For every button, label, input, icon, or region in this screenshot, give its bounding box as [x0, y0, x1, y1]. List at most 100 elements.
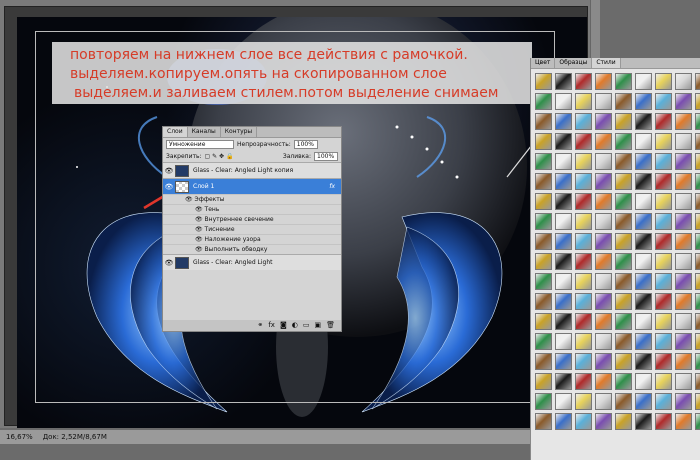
style-swatch[interactable]	[535, 173, 552, 190]
style-swatch[interactable]	[555, 413, 572, 430]
style-swatch[interactable]	[535, 333, 552, 350]
style-swatch[interactable]	[675, 293, 692, 310]
style-swatch[interactable]	[695, 73, 700, 90]
tab-swatches[interactable]: Образцы	[555, 58, 593, 68]
eye-icon[interactable]: 👁	[163, 167, 175, 175]
style-swatch[interactable]	[535, 393, 552, 410]
style-swatch[interactable]	[655, 213, 672, 230]
zoom-level[interactable]: 16,67%	[6, 430, 33, 444]
style-swatch[interactable]	[575, 353, 592, 370]
style-swatch[interactable]	[555, 393, 572, 410]
style-swatch[interactable]	[695, 313, 700, 330]
style-swatch[interactable]	[695, 353, 700, 370]
new-layer-icon[interactable]: ▣	[314, 320, 321, 331]
tab-color[interactable]: Цвет	[531, 58, 556, 68]
style-swatch[interactable]	[655, 353, 672, 370]
style-swatch[interactable]	[575, 133, 592, 150]
style-swatch[interactable]	[615, 293, 632, 310]
style-swatch[interactable]	[535, 113, 552, 130]
style-swatch[interactable]	[695, 133, 700, 150]
style-swatch[interactable]	[595, 353, 612, 370]
style-swatch[interactable]	[555, 153, 572, 170]
eye-icon[interactable]: 👁	[195, 246, 205, 253]
style-swatch[interactable]	[675, 173, 692, 190]
style-swatch[interactable]	[615, 413, 632, 430]
style-swatch[interactable]	[615, 373, 632, 390]
effect-item[interactable]: 👁 Внутреннее свечение	[163, 214, 341, 224]
style-swatch[interactable]	[555, 373, 572, 390]
style-swatch[interactable]	[535, 193, 552, 210]
style-swatch[interactable]	[655, 113, 672, 130]
style-swatch[interactable]	[535, 353, 552, 370]
style-swatch[interactable]	[575, 273, 592, 290]
style-swatch[interactable]	[615, 313, 632, 330]
style-swatch[interactable]	[675, 353, 692, 370]
style-swatch[interactable]	[675, 393, 692, 410]
tab-channels[interactable]: Каналы	[188, 127, 221, 137]
style-swatch[interactable]	[575, 93, 592, 110]
style-swatch[interactable]	[595, 233, 612, 250]
style-swatch[interactable]	[615, 233, 632, 250]
trash-icon[interactable]: 🗑	[326, 320, 335, 331]
style-swatch[interactable]	[655, 193, 672, 210]
fill-input[interactable]: 100%	[314, 151, 338, 161]
style-swatch[interactable]	[635, 193, 652, 210]
style-swatch[interactable]	[655, 233, 672, 250]
layer-row-selected[interactable]: 👁 Слой 1 fx	[163, 178, 341, 194]
style-swatch[interactable]	[635, 333, 652, 350]
style-swatch[interactable]	[575, 373, 592, 390]
effect-item[interactable]: 👁 Тень	[163, 204, 341, 214]
style-swatch[interactable]	[555, 353, 572, 370]
style-swatch[interactable]	[535, 233, 552, 250]
style-swatch[interactable]	[575, 153, 592, 170]
style-swatch[interactable]	[615, 213, 632, 230]
style-swatch[interactable]	[535, 313, 552, 330]
eye-icon[interactable]: 👁	[195, 216, 205, 223]
eye-icon[interactable]: 👁	[185, 196, 195, 203]
style-swatch[interactable]	[635, 253, 652, 270]
style-swatch[interactable]	[555, 293, 572, 310]
style-swatch[interactable]	[675, 153, 692, 170]
style-swatch[interactable]	[575, 73, 592, 90]
style-swatch[interactable]	[595, 273, 612, 290]
link-icon[interactable]: ⚭	[257, 320, 263, 331]
style-swatch[interactable]	[595, 413, 612, 430]
style-swatch[interactable]	[675, 193, 692, 210]
style-swatch[interactable]	[635, 393, 652, 410]
style-swatch[interactable]	[675, 73, 692, 90]
style-swatch[interactable]	[635, 93, 652, 110]
style-swatch[interactable]	[555, 333, 572, 350]
style-swatch[interactable]	[535, 93, 552, 110]
style-swatch[interactable]	[655, 133, 672, 150]
style-swatch[interactable]	[615, 193, 632, 210]
style-swatch[interactable]	[655, 373, 672, 390]
style-swatch[interactable]	[595, 373, 612, 390]
layer-row[interactable]: 👁 Glass - Clear: Angled Light	[163, 254, 341, 270]
style-swatch[interactable]	[695, 213, 700, 230]
style-swatch[interactable]	[595, 293, 612, 310]
style-swatch[interactable]	[595, 193, 612, 210]
style-swatch[interactable]	[655, 333, 672, 350]
style-swatch[interactable]	[695, 173, 700, 190]
style-swatch[interactable]	[535, 413, 552, 430]
fx-icon[interactable]: fx	[329, 183, 335, 190]
style-swatch[interactable]	[535, 133, 552, 150]
style-swatch[interactable]	[595, 113, 612, 130]
style-swatch[interactable]	[695, 113, 700, 130]
tab-styles[interactable]: Стили	[592, 58, 621, 68]
style-swatch[interactable]	[615, 113, 632, 130]
eye-icon[interactable]: 👁	[163, 259, 175, 267]
style-swatch[interactable]	[635, 293, 652, 310]
style-swatch[interactable]	[575, 413, 592, 430]
fx-menu-icon[interactable]: fx	[268, 320, 275, 331]
style-swatch[interactable]	[595, 253, 612, 270]
style-swatch[interactable]	[695, 273, 700, 290]
style-swatch[interactable]	[595, 313, 612, 330]
style-swatch[interactable]	[615, 273, 632, 290]
style-swatch[interactable]	[555, 273, 572, 290]
style-swatch[interactable]	[675, 213, 692, 230]
style-swatch[interactable]	[695, 233, 700, 250]
style-swatch[interactable]	[635, 413, 652, 430]
tab-layers[interactable]: Слои	[163, 127, 188, 137]
style-swatch[interactable]	[595, 133, 612, 150]
